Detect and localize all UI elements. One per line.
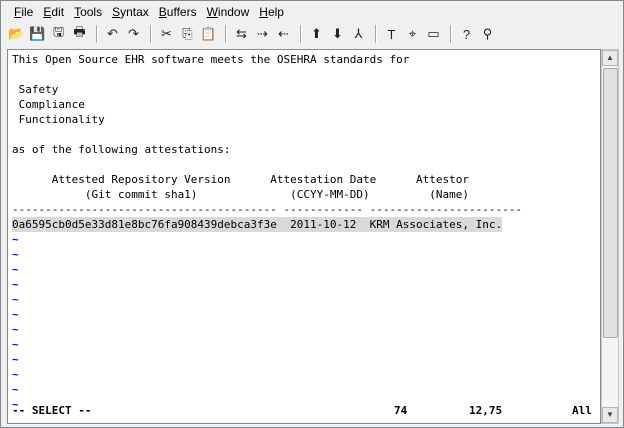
toolbar-separator xyxy=(225,25,227,43)
menu-bar: File Edit Tools Syntax Buffers Window Help xyxy=(9,3,289,21)
scrollbar-thumb[interactable] xyxy=(603,68,618,338)
menu-help[interactable]: Help xyxy=(254,3,289,21)
empty-line-marker: ~ xyxy=(12,323,19,336)
menu-window[interactable]: Window xyxy=(202,3,255,21)
menu-buffers[interactable]: Buffers xyxy=(154,3,202,21)
empty-line-marker: ~ xyxy=(12,353,19,366)
text-line: (Git commit sha1) (CCYY-MM-DD) (Name) xyxy=(12,188,469,201)
text-line: Functionality xyxy=(12,113,105,126)
menu-accelerator: B xyxy=(158,5,167,19)
load-session-icon[interactable]: ⬆ xyxy=(307,24,326,44)
scroll-down-button[interactable]: ▼ xyxy=(602,407,618,423)
status-selected-count: 74 xyxy=(394,404,408,417)
save-icon[interactable]: 💾 xyxy=(28,24,47,44)
menu-label: uffers xyxy=(166,5,197,19)
menu-accelerator: H xyxy=(259,5,268,19)
menu-label: yntax xyxy=(120,5,149,19)
menu-syntax[interactable]: Syntax xyxy=(107,3,154,21)
empty-line-marker: ~ xyxy=(12,263,19,276)
text-line: Attested Repository Version Attestation … xyxy=(12,173,469,186)
toolbar-separator xyxy=(450,25,452,43)
vim-window: File Edit Tools Syntax Buffers Window Help 📂 💾 🖫… xyxy=(0,0,624,428)
menu-label: ools xyxy=(80,5,103,19)
toolbar-separator xyxy=(150,25,152,43)
menu-edit[interactable]: Edit xyxy=(38,3,69,21)
undo-icon[interactable]: ↶ xyxy=(103,24,122,44)
save-all-icon[interactable]: 🖫 xyxy=(49,24,68,44)
text-line: ----------------------------------------… xyxy=(12,203,522,216)
status-mode: -- SELECT -- xyxy=(12,404,92,417)
toolbar: 📂 💾 🖫 🖶 ↶ ↷ ✂ ⎘ 📋 ⇆ ⇢ ⇠ ⬆ ⬇ ⅄ T ⌖ ▭? ⚲ xyxy=(7,21,617,47)
replace-icon[interactable]: ⇆ xyxy=(232,24,251,44)
paste-icon[interactable]: 📋 xyxy=(199,24,218,44)
toolbar-separator xyxy=(375,25,377,43)
menu-label: indow xyxy=(217,5,250,19)
text-editor[interactable]: -- SELECT -- 74 12,75 All This Open Sour… xyxy=(7,49,601,424)
menu-accelerator: W xyxy=(206,5,218,19)
print-icon[interactable]: 🖶 xyxy=(70,24,89,44)
help-icon[interactable]: ? xyxy=(457,24,476,44)
status-cursor-position: 12,75 xyxy=(469,404,503,417)
selected-line: 0a6595cb0d5e33d81e8bc76fa908439debca3f3e… xyxy=(12,217,503,232)
status-scroll-position: All xyxy=(572,404,592,417)
empty-line-marker: ~ xyxy=(12,398,19,411)
vertical-scrollbar[interactable]: ▲ ▼ xyxy=(601,49,619,424)
empty-line-marker: ~ xyxy=(12,368,19,381)
empty-line-marker: ~ xyxy=(12,278,19,291)
run-ctags-icon[interactable]: ⌖ xyxy=(403,24,422,44)
scroll-up-button[interactable]: ▲ xyxy=(602,50,618,66)
cut-icon[interactable]: ✂ xyxy=(157,24,176,44)
find-prev-icon[interactable]: ⇠ xyxy=(274,24,293,44)
copy-icon[interactable]: ⎘ xyxy=(178,24,197,44)
text-line: Compliance xyxy=(12,98,85,111)
empty-line-marker: ~ xyxy=(12,293,19,306)
menu-tools[interactable]: Tools xyxy=(69,3,107,21)
empty-line-marker: ~ xyxy=(12,308,19,321)
empty-line-marker: ~ xyxy=(12,233,19,246)
toolbar-separator xyxy=(300,25,302,43)
toolbar-separator xyxy=(96,25,98,43)
jump-tag-icon[interactable]: ▭ xyxy=(424,24,443,44)
menu-accelerator: S xyxy=(112,5,121,19)
empty-line-marker: ~ xyxy=(12,338,19,351)
find-next-icon[interactable]: ⇢ xyxy=(253,24,272,44)
empty-line-marker: ~ xyxy=(12,383,19,396)
run-script-icon[interactable]: ⅄ xyxy=(349,24,368,44)
make-icon[interactable]: T xyxy=(382,24,401,44)
menu-label: ile xyxy=(21,5,34,19)
menu-label: dit xyxy=(51,5,65,19)
menu-file[interactable]: File xyxy=(9,3,38,21)
text-line: This Open Source EHR software meets the … xyxy=(12,53,410,66)
open-icon[interactable]: 📂 xyxy=(7,24,26,44)
empty-line-marker: ~ xyxy=(12,248,19,261)
save-session-icon[interactable]: ⬇ xyxy=(328,24,347,44)
find-help-icon[interactable]: ⚲ xyxy=(478,24,497,44)
menu-label: elp xyxy=(267,5,284,19)
text-line: as of the following attestations: xyxy=(12,143,231,156)
text-line: Safety xyxy=(12,83,59,96)
redo-icon[interactable]: ↷ xyxy=(124,24,143,44)
